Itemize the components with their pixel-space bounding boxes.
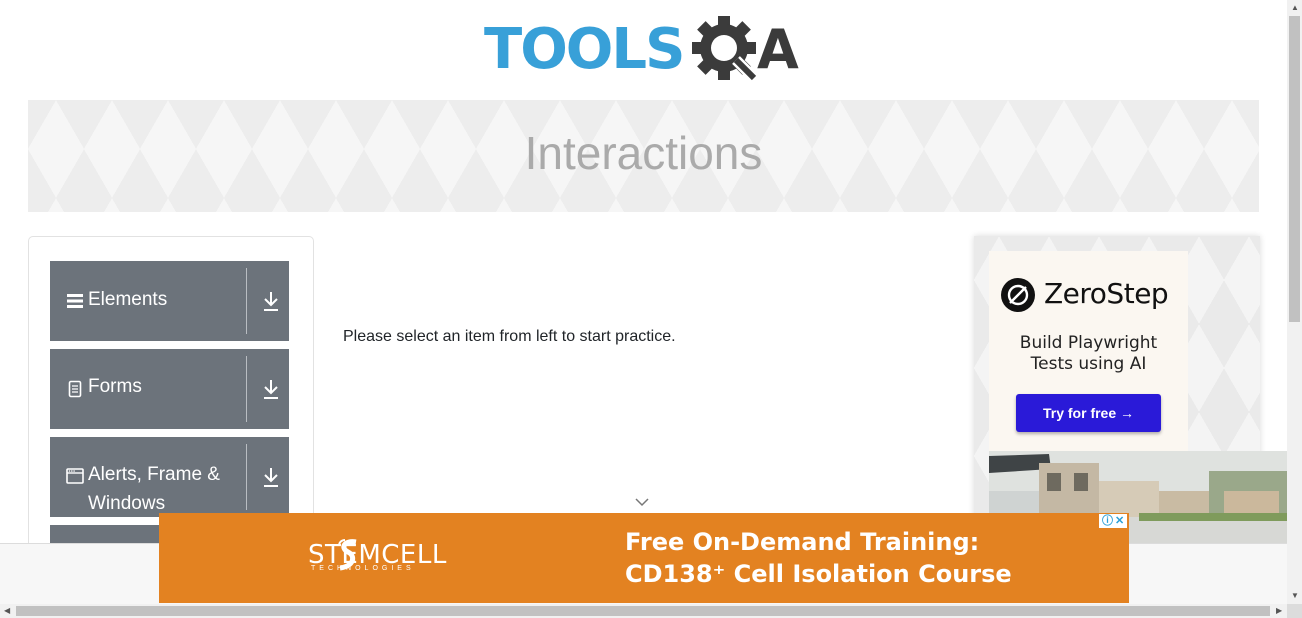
- window-icon: [66, 468, 84, 484]
- divider: [246, 268, 247, 334]
- ad-headline-line2: CD138⁺ Cell Isolation Course: [625, 560, 1012, 588]
- stemcell-ad-banner[interactable]: STEMCELL TECHNOLOGIES Free On-Demand Tra…: [159, 513, 1129, 603]
- hamburger-icon: [67, 294, 83, 308]
- try-for-free-button[interactable]: Try for free →: [1016, 394, 1161, 432]
- gear-magnifier-icon: [692, 16, 758, 82]
- document-icon: [68, 380, 82, 398]
- scroll-right-icon[interactable]: ▶: [1276, 606, 1282, 616]
- sidebar-group-label: Alerts, Frame &: [88, 464, 220, 485]
- divider: [246, 356, 247, 422]
- zerostep-ad[interactable]: ZeroStep Build Playwright Tests using AI…: [989, 251, 1188, 451]
- toolsqa-logo[interactable]: TOOLS A: [484, 14, 808, 90]
- page-header-banner: Interactions: [28, 100, 1259, 212]
- ad-headline-line1: Free On-Demand Training:: [625, 528, 980, 556]
- horizontal-scroll-thumb[interactable]: [16, 606, 1270, 616]
- download-icon[interactable]: [260, 289, 282, 313]
- scroll-left-icon[interactable]: ◀: [4, 606, 10, 616]
- logo-text-tools: TOOLS: [484, 17, 685, 82]
- sidebar-group-elements[interactable]: Elements: [50, 261, 289, 341]
- divider: [246, 444, 247, 510]
- ad-brand-sub: TECHNOLOGIES: [311, 565, 415, 572]
- info-icon[interactable]: ⓘ: [1102, 514, 1113, 528]
- scroll-down-icon[interactable]: ▼: [1291, 591, 1299, 601]
- logo-text-a: A: [757, 18, 799, 81]
- download-icon[interactable]: [260, 377, 282, 401]
- download-icon[interactable]: [260, 465, 282, 489]
- ad-tagline-line2: Tests using AI: [1030, 354, 1147, 374]
- page-title: Interactions: [524, 127, 763, 179]
- vertical-scroll-thumb[interactable]: [1289, 16, 1300, 322]
- vertical-scrollbar[interactable]: ▲ ▼: [1287, 0, 1302, 604]
- sidebar-group-label: Forms: [88, 376, 142, 397]
- sidebar-group-label: Elements: [88, 289, 168, 310]
- scroll-up-icon[interactable]: ▲: [1291, 3, 1299, 13]
- horizontal-scrollbar[interactable]: ◀ ▶: [0, 604, 1287, 618]
- sidebar-group-forms[interactable]: Forms: [50, 349, 289, 429]
- chevron-down-icon[interactable]: [634, 497, 650, 507]
- ad-tagline-line1: Build Playwright: [1019, 333, 1158, 353]
- ad-tagline: Build Playwright Tests using AI: [989, 333, 1188, 375]
- sidebar-group-label-line2: Windows: [88, 493, 166, 514]
- instruction-text: Please select an item from left to start…: [343, 328, 676, 345]
- ad-brand-name: ZeroStep: [1044, 277, 1169, 310]
- sidebar-group-alerts-frame-windows[interactable]: Alerts, Frame & Windows: [50, 437, 289, 517]
- ad-choices[interactable]: ⓘ ✕: [1099, 514, 1127, 528]
- zerostep-logo-icon: [1001, 278, 1035, 312]
- scrollbar-corner: [1287, 604, 1302, 618]
- close-icon[interactable]: ✕: [1115, 514, 1124, 528]
